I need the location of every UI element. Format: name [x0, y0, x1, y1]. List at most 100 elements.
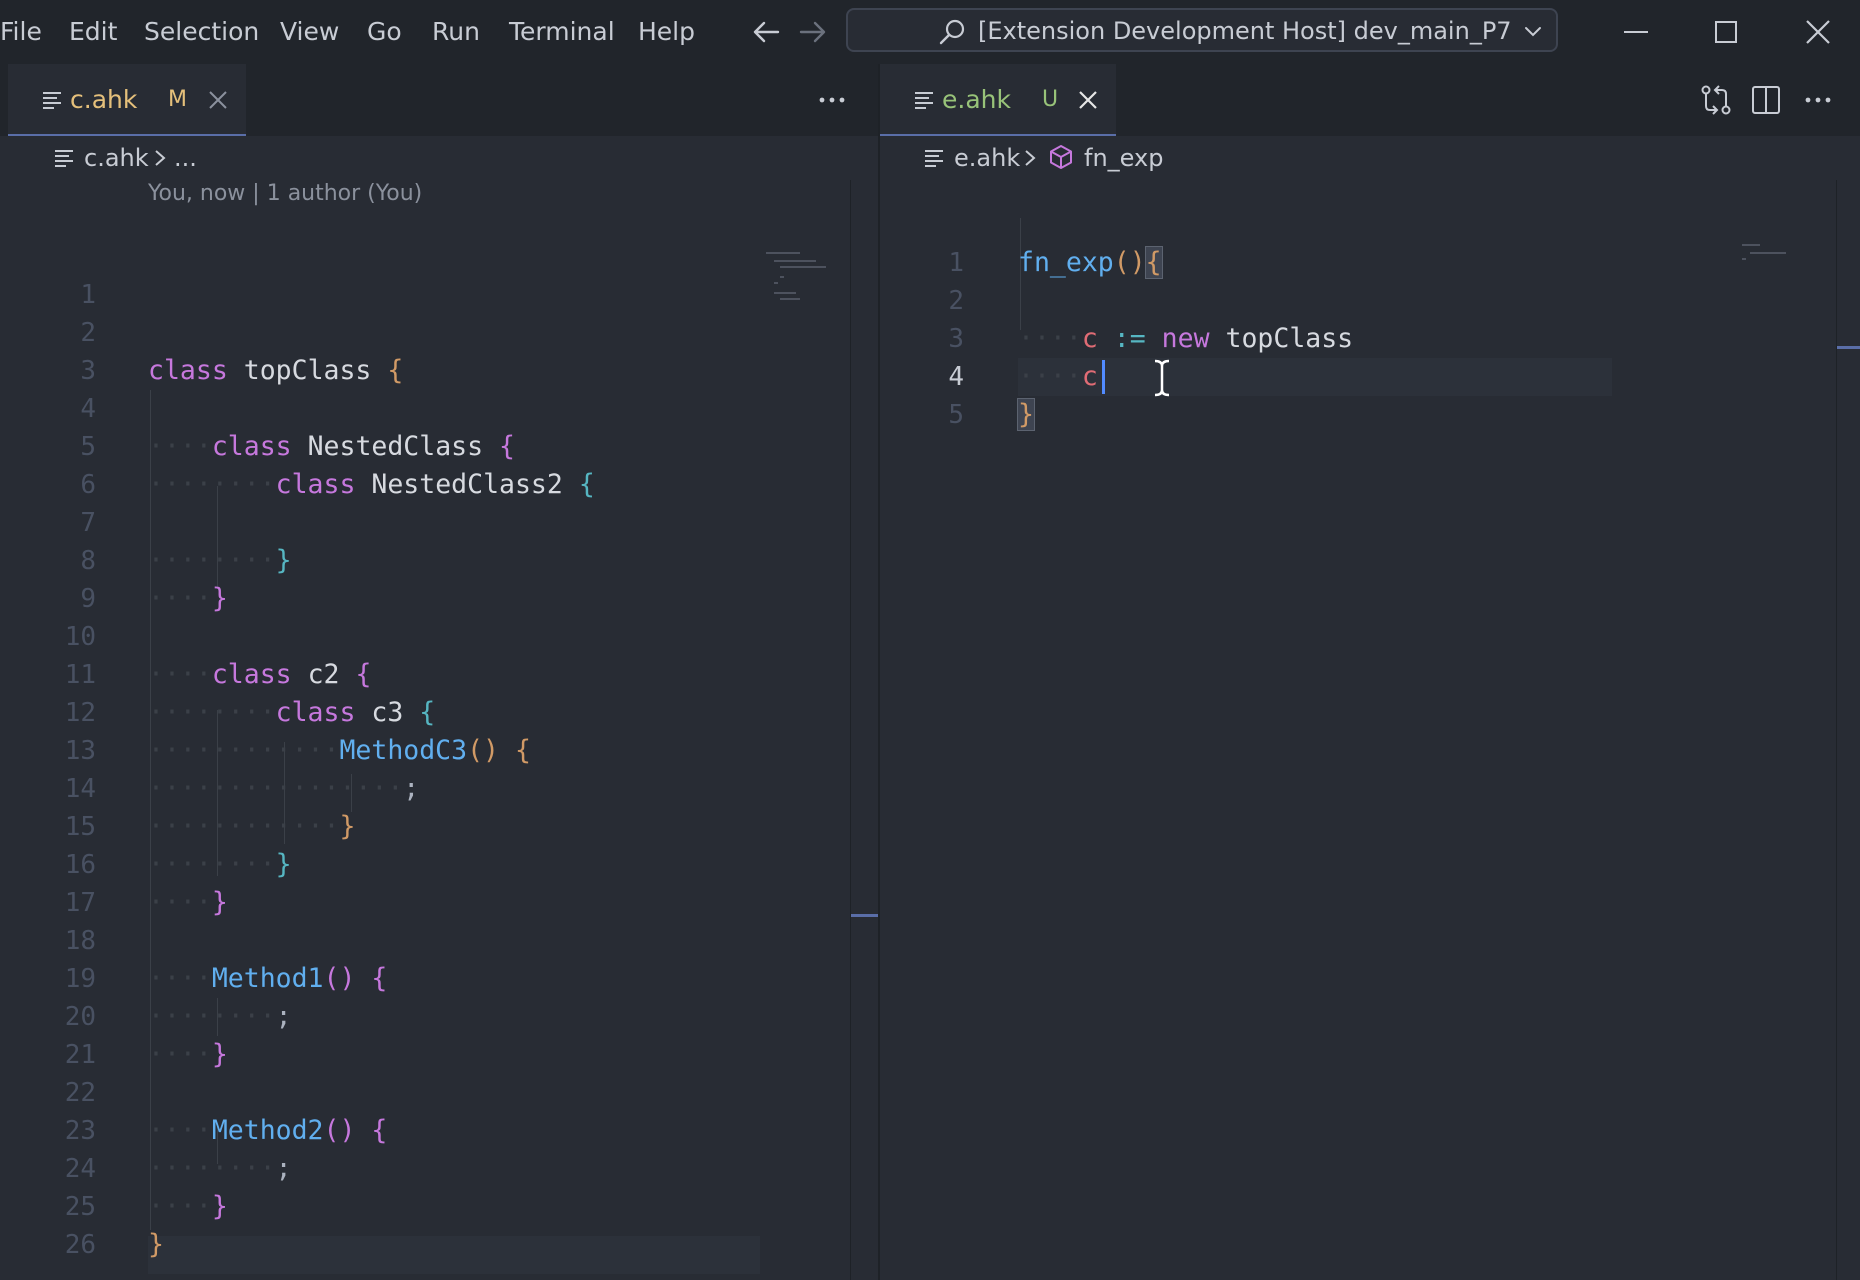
code-line: 12 ········class c3 {	[0, 694, 878, 732]
tab-c-ahk[interactable]: c.ahk M	[8, 64, 246, 136]
tab-label: c.ahk	[70, 85, 138, 114]
code-line: 6 ········class NestedClass2 {	[0, 466, 878, 504]
code-text: ········}	[148, 849, 292, 880]
code-text: ····}	[148, 583, 228, 614]
mouse-ibeam-icon	[1154, 359, 1170, 397]
split-editor-icon[interactable]	[1748, 82, 1784, 118]
more-actions-icon[interactable]	[1800, 82, 1836, 118]
code-text: ········class NestedClass2 {	[148, 469, 595, 500]
menu-run[interactable]: Run	[432, 14, 480, 50]
chevron-down-icon[interactable]	[1524, 22, 1542, 40]
code-line: 7	[0, 504, 878, 542]
code-text: ····Method2() {	[148, 1115, 388, 1146]
text-cursor	[1102, 360, 1105, 394]
line-number: 6	[80, 470, 96, 500]
minimap[interactable]	[1742, 180, 1842, 260]
codelens-blame[interactable]: You, now | 1 author (You)	[148, 178, 422, 210]
tab-e-ahk[interactable]: e.ahk U	[880, 64, 1116, 136]
code-text: ····class NestedClass {	[148, 431, 516, 462]
line-number: 21	[64, 1040, 96, 1070]
file-lines-icon	[55, 150, 73, 167]
breadcrumb-symbol[interactable]: fn_exp	[1084, 140, 1163, 176]
menu-help[interactable]: Help	[638, 14, 695, 50]
close-icon[interactable]	[1076, 88, 1100, 112]
close-window-icon[interactable]	[1798, 12, 1838, 52]
minimap[interactable]	[766, 180, 850, 300]
breadcrumb-file[interactable]: c.ahk	[84, 140, 149, 176]
code-text: ········class c3 {	[148, 697, 436, 728]
code-line: 1 fn_exp(){	[880, 244, 1860, 282]
line-number: 7	[80, 508, 96, 538]
more-actions-icon[interactable]	[814, 82, 850, 118]
code-text: ····class c2 {	[148, 659, 372, 690]
code-line: 26 }	[0, 1226, 878, 1264]
code-line: 18	[0, 922, 878, 960]
menu-file[interactable]: File	[0, 14, 42, 50]
line-number: 18	[64, 926, 96, 956]
code-text: ····c	[1018, 361, 1098, 392]
minimize-icon[interactable]	[1616, 12, 1656, 52]
breadcrumb-more[interactable]: ...	[174, 140, 197, 176]
line-number: 1	[948, 248, 964, 278]
menu-terminal[interactable]: Terminal	[509, 14, 615, 50]
line-number: 8	[80, 546, 96, 576]
open-changes-icon[interactable]	[1698, 82, 1734, 118]
tab-bar: c.ahk M	[0, 64, 878, 136]
code-line: 21 ····}	[0, 1036, 878, 1074]
tab-label: e.ahk	[942, 85, 1011, 114]
code-line: 17 ····}	[0, 884, 878, 922]
code-text: ····}	[148, 1191, 228, 1222]
scroll-position-marker	[1837, 346, 1860, 349]
code-line: 15 ············}	[0, 808, 878, 846]
line-number: 22	[64, 1078, 96, 1108]
code-line: 5 }	[880, 396, 1860, 434]
menu-go[interactable]: Go	[367, 14, 402, 50]
code-text: ····}	[148, 887, 228, 918]
method-cube-icon	[1050, 145, 1072, 169]
code-line: 19 ····Method1() {	[0, 960, 878, 998]
title-bar: File Edit Selection View Go Run Terminal…	[0, 0, 1860, 64]
code-line: 10	[0, 618, 878, 656]
scroll-position-marker	[851, 914, 879, 917]
menu-edit[interactable]: Edit	[69, 14, 117, 50]
line-number: 3	[948, 324, 964, 354]
command-center-title: [Extension Development Host] dev_main_P7	[978, 17, 1512, 45]
scrollbar-right[interactable]	[1836, 180, 1860, 1280]
chevron-right-icon	[1025, 150, 1036, 166]
back-arrow-icon[interactable]	[750, 14, 784, 50]
line-number: 5	[80, 432, 96, 462]
line-number: 23	[64, 1116, 96, 1146]
maximize-icon[interactable]	[1706, 12, 1746, 52]
line-number: 16	[64, 850, 96, 880]
line-number: 14	[64, 774, 96, 804]
file-lines-icon	[43, 92, 61, 109]
close-icon[interactable]	[206, 88, 230, 112]
code-line: 23 ····Method2() {	[0, 1112, 878, 1150]
code-line: 5 ····class NestedClass {	[0, 428, 878, 466]
forward-arrow-icon[interactable]	[795, 14, 829, 50]
menu-view[interactable]: View	[280, 14, 339, 50]
breadcrumb-file[interactable]: e.ahk	[954, 140, 1020, 176]
line-number: 24	[64, 1154, 96, 1184]
code-text: ········}	[148, 545, 292, 576]
code-line: 4	[0, 390, 878, 428]
code-line: 14 ················;	[0, 770, 878, 808]
code-line: 3 ····c := new topClass	[880, 320, 1860, 358]
code-line: 2	[0, 314, 878, 352]
line-number: 10	[64, 622, 96, 652]
line-number: 2	[80, 318, 96, 348]
breadcrumb: c.ahk ...	[0, 136, 878, 180]
line-number: 19	[64, 964, 96, 994]
editor-group-left: c.ahk M c.ahk ... You, now | 1 author (Y…	[0, 64, 879, 1280]
breadcrumb: e.ahk fn_exp	[880, 136, 1860, 180]
modified-badge: M	[168, 87, 187, 112]
file-lines-icon	[925, 150, 943, 167]
code-line: 20 ········;	[0, 998, 878, 1036]
code-line: 13 ············MethodC3() {	[0, 732, 878, 770]
file-lines-icon	[915, 92, 933, 109]
code-line: 11 ····class c2 {	[0, 656, 878, 694]
command-center[interactable]: [Extension Development Host] dev_main_P7	[846, 8, 1558, 52]
search-icon	[939, 19, 965, 45]
menu-selection[interactable]: Selection	[144, 14, 259, 50]
code-text: ············MethodC3() {	[148, 735, 531, 766]
